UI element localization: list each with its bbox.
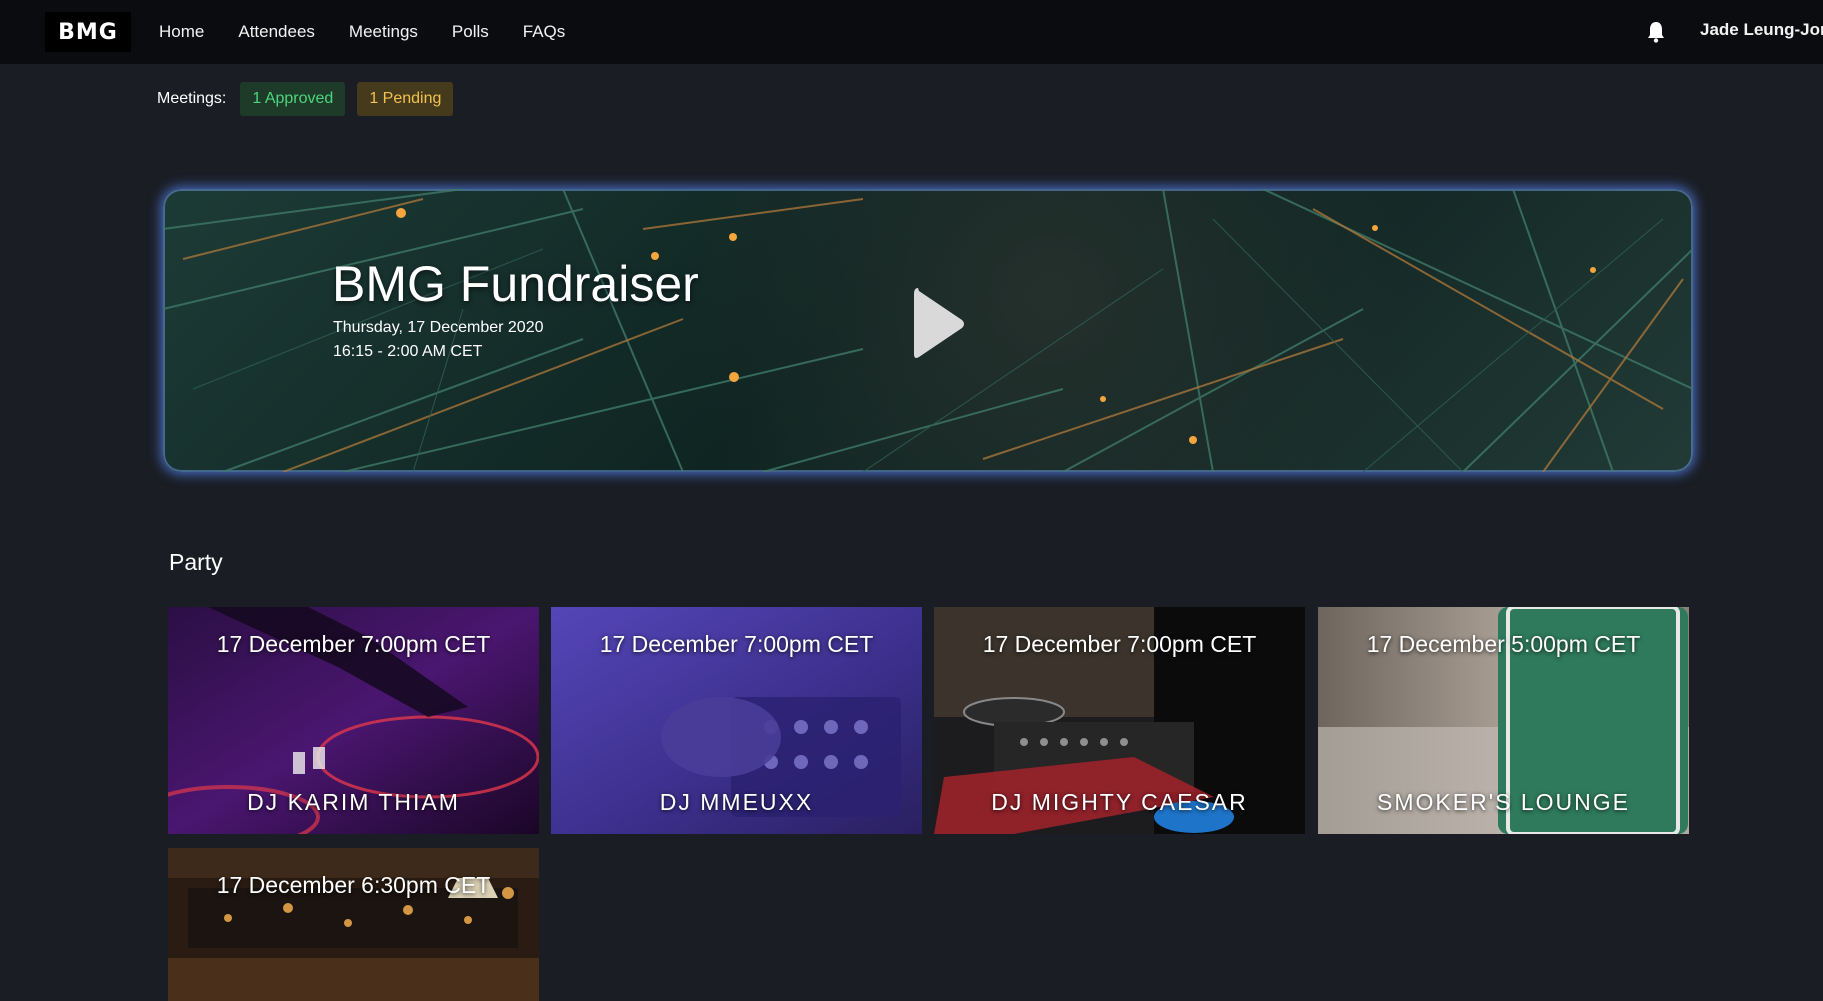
main-nav: Home Attendees Meetings Polls FAQs: [159, 0, 599, 64]
bell-icon[interactable]: [1646, 20, 1666, 44]
section-heading-party: Party: [169, 549, 223, 575]
session-card-bar[interactable]: 17 December 6:30pm CET: [168, 848, 539, 1001]
session-title: DJ KARIM THIAM: [247, 789, 460, 815]
session-thumbnail: [168, 848, 539, 1001]
nav-link-attendees[interactable]: Attendees: [238, 22, 315, 42]
event-time: 16:15 - 2:00 AM CET: [333, 343, 483, 360]
nav-link-polls[interactable]: Polls: [452, 22, 489, 42]
session-title: DJ MMEUXX: [659, 789, 814, 815]
session-card-dj-karim-thiam[interactable]: 17 December 7:00pm CET DJ KARIM THIAM: [168, 607, 539, 834]
pending-meetings-badge[interactable]: 1 Pending: [357, 82, 454, 116]
session-title: SMOKER'S LOUNGE: [1377, 789, 1630, 815]
session-card-dj-mmeuxx[interactable]: 17 December 7:00pm CET DJ MMEUXX: [551, 607, 922, 834]
session-time: 17 December 6:30pm CET: [216, 872, 491, 898]
top-navigation-bar: BMG Home Attendees Meetings Polls FAQs J…: [0, 0, 1823, 64]
session-time: 17 December 7:00pm CET: [982, 631, 1257, 657]
logo-text: BMG: [58, 19, 118, 45]
session-time: 17 December 7:00pm CET: [599, 631, 874, 657]
approved-meetings-badge[interactable]: 1 Approved: [240, 82, 346, 116]
featured-event-banner[interactable]: BMG Fundraiser Thursday, 17 December 202…: [163, 189, 1693, 472]
session-time: 17 December 5:00pm CET: [1366, 631, 1641, 657]
nav-link-faqs[interactable]: FAQs: [523, 22, 566, 42]
meetings-status: Meetings: 1 Approved 1 Pending: [157, 82, 465, 116]
session-card-dj-mighty-caesar[interactable]: 17 December 7:00pm CET DJ MIGHTY CAESAR: [934, 607, 1305, 834]
session-title: DJ MIGHTY CAESAR: [991, 789, 1248, 815]
nav-link-meetings[interactable]: Meetings: [349, 22, 418, 42]
meetings-label: Meetings:: [157, 90, 227, 107]
bmg-logo[interactable]: BMG: [45, 12, 131, 52]
session-card-smokers-lounge[interactable]: 17 December 5:00pm CET SMOKER'S LOUNGE: [1318, 607, 1689, 834]
user-menu[interactable]: Jade Leung-Jon: [1700, 20, 1823, 40]
session-time: 17 December 7:00pm CET: [216, 631, 491, 657]
event-title: BMG Fundraiser: [332, 256, 699, 312]
nav-link-home[interactable]: Home: [159, 22, 204, 42]
event-date: Thursday, 17 December 2020: [333, 319, 544, 336]
play-icon[interactable]: [910, 284, 966, 364]
